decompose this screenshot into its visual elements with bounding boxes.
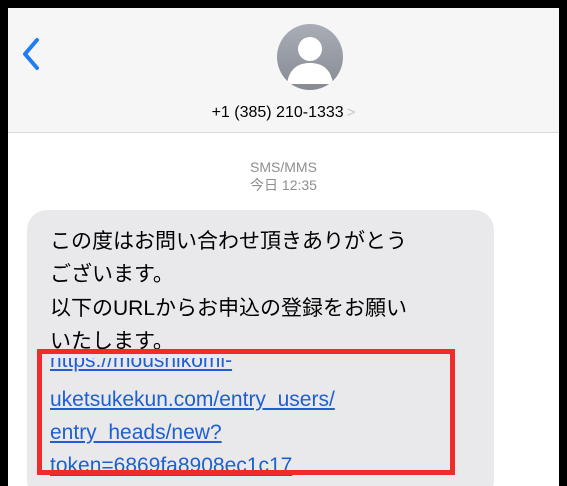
message-link[interactable]: entry_heads/new?	[50, 418, 222, 448]
messages-screen: +1 (385) 210-1333 > SMS/MMS 今日 12:35 この度は…	[8, 8, 559, 486]
chevron-left-icon[interactable]	[18, 34, 44, 74]
conversation-header: +1 (385) 210-1333 >	[8, 8, 559, 133]
link-clip: https://moushikomi-	[8, 358, 559, 380]
message-text-line: いたします。	[50, 330, 174, 353]
message-link[interactable]: https://moushikomi-	[50, 358, 232, 376]
contact-phone-number: +1 (385) 210-1333	[211, 104, 344, 121]
message-timestamp: 今日 12:35	[250, 177, 317, 193]
person-silhouette-icon	[287, 37, 333, 84]
message-text-line: 以下のURLからお申込の登録をお願い	[50, 297, 408, 320]
message-link[interactable]: uketsukekun.com/entry_users/	[50, 385, 335, 415]
avatar[interactable]	[277, 24, 343, 90]
message-link[interactable]: token=6869fa8908ec1c17	[50, 451, 292, 481]
service-label: SMS/MMS	[250, 159, 317, 175]
message-text-line: ございます。	[50, 263, 174, 286]
chevron-right-icon: >	[346, 104, 356, 121]
message-text-line: この度はお問い合わせ頂きありがとう	[50, 230, 407, 253]
contact-name-button[interactable]: +1 (385) 210-1333 >	[8, 103, 559, 123]
